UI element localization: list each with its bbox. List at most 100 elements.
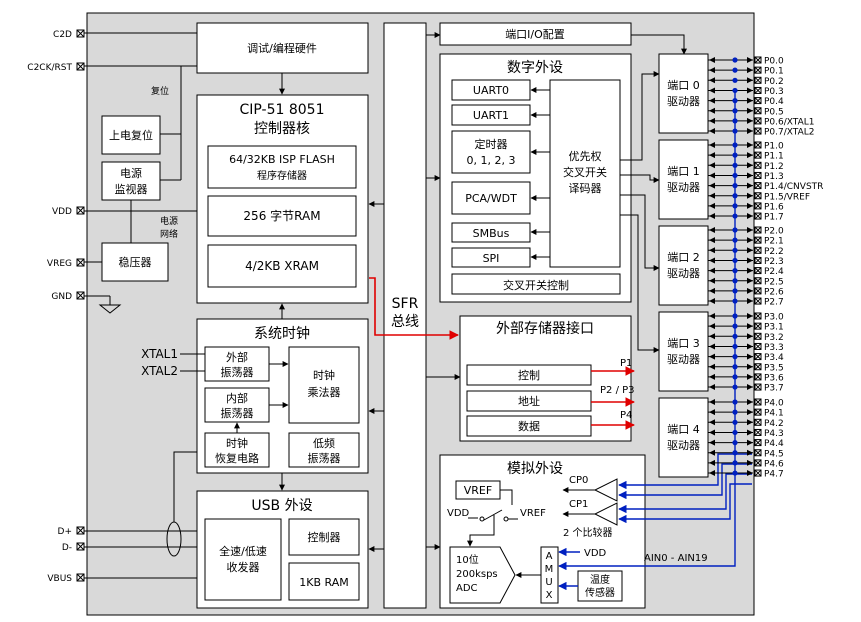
svg-text:网络: 网络 [160,228,178,240]
svg-text:乘法器: 乘法器 [308,385,341,399]
svg-text:UART1: UART1 [473,109,509,122]
svg-text:VREF: VREF [464,484,492,497]
port-0-driver: 端口 0 驱动器 [658,53,709,134]
port-4-subtitle: 驱动器 [667,439,700,452]
pin-label: P2.5 [764,277,784,287]
pin-label: P4.5 [764,449,784,459]
pin-label: P3.1 [764,323,784,333]
svg-text:1KB RAM: 1KB RAM [299,576,348,589]
svg-text:D-: D- [62,543,72,553]
switch-vdd-label: VDD [447,508,470,519]
amux-vdd-label: VDD [584,548,607,559]
svg-text:USB 外设: USB 外设 [251,498,312,514]
pin-label: P2.1 [764,237,784,247]
port-0-title: 端口 0 [667,79,700,92]
pin-label: P2.6 [764,287,784,297]
svg-text:低频: 低频 [313,436,335,450]
svg-text:GND: GND [51,292,72,302]
svg-text:恢复电路: 恢复电路 [215,451,259,465]
svg-text:时钟: 时钟 [226,436,248,450]
svg-text:64/32KB ISP FLASH: 64/32KB ISP FLASH [229,153,335,166]
svg-text:CIP-51 8051: CIP-51 8051 [240,102,325,118]
pin-label: P4.0 [764,399,784,409]
pin-label: P3.5 [764,363,784,373]
pin-label: P2.7 [764,298,784,308]
svg-text:电源: 电源 [120,166,142,180]
comparators-label: 2 个比较器 [563,526,613,539]
left-pin-vreg: VREG [47,258,85,269]
svg-text:U: U [545,577,552,588]
pin-label: P1.4/CNVSTR [764,182,823,192]
pin-label: P0.6/XTAL1 [764,117,814,127]
svg-text:SMBus: SMBus [473,227,510,240]
port-0-subtitle: 驱动器 [667,95,700,108]
svg-text:交叉开关控制: 交叉开关控制 [503,278,569,292]
pin-label: P3.2 [764,333,784,343]
pin-label: P2.2 [764,247,784,257]
svg-text:时钟: 时钟 [313,368,335,382]
svg-text:VREG: VREG [47,259,72,269]
svg-text:上电复位: 上电复位 [109,128,153,142]
cp1-label: CP1 [569,499,588,510]
svg-text:200ksps: 200ksps [456,569,498,580]
svg-text:数字外设: 数字外设 [507,60,563,76]
svg-text:模拟外设: 模拟外设 [507,461,563,477]
port-4-title: 端口 4 [667,423,700,436]
pin-label: P1.1 [764,152,784,162]
pin-label: P3.4 [764,353,784,363]
clock-multiplier-block [288,346,360,424]
svg-text:PCA/WDT: PCA/WDT [465,192,517,205]
svg-text:收发器: 收发器 [227,560,260,574]
svg-text:SPI: SPI [483,252,500,265]
pin-label: P2.3 [764,257,784,267]
svg-text:数据: 数据 [518,419,540,433]
port-1-title: 端口 1 [667,165,700,178]
svg-text:温度: 温度 [590,573,610,586]
svg-text:控制: 控制 [518,368,540,382]
emif-p1-label: P1 [620,358,632,369]
block-diagram: C2D C2CK/RST VDD VREG GND D+ D- VBUS 复位 … [27,12,823,616]
svg-text:振荡器: 振荡器 [221,406,254,420]
svg-text:全速/低速: 全速/低速 [219,544,267,558]
switch-vref-label: VREF [520,508,546,519]
cp0-label: CP0 [569,475,588,486]
port-3-driver: 端口 3 驱动器 [658,311,709,392]
svg-text:控制器核: 控制器核 [254,121,310,137]
svg-text:优先权: 优先权 [569,150,602,163]
svg-text:内部: 内部 [226,391,248,405]
left-pin-vdd: VDD [52,206,85,217]
svg-text:UART0: UART0 [473,84,509,97]
svg-text:程序存储器: 程序存储器 [257,169,307,182]
pin-label: P0.0 [764,57,784,67]
reset-label: 复位 [151,85,169,97]
svg-text:传感器: 传感器 [585,586,615,599]
pin-label: P4.7 [764,470,784,480]
pin-label: P4.6 [764,459,784,469]
pin-label: P3.6 [764,373,784,383]
svg-text:系统时钟: 系统时钟 [254,325,310,342]
pin-label: P2.0 [764,227,784,237]
pin-label: P1.3 [764,172,784,182]
ain-label: AIN0 - AIN19 [644,553,708,564]
port-2-subtitle: 驱动器 [667,267,700,280]
svg-text:振荡器: 振荡器 [221,365,254,379]
pin-label: P0.4 [764,97,784,107]
svg-text:端口I/O配置: 端口I/O配置 [505,28,565,41]
usb-transceiver-block [204,518,282,601]
pin-label: P3.0 [764,313,784,323]
pin-label: P1.7 [764,213,784,223]
svg-text:外部存储器接口: 外部存储器接口 [496,320,594,337]
svg-text:振荡器: 振荡器 [308,451,341,465]
port-1-driver: 端口 1 驱动器 [658,139,709,220]
svg-text:M: M [545,564,554,575]
port-2-driver: 端口 2 驱动器 [658,225,709,306]
port-4-driver: 端口 4 驱动器 [658,397,709,478]
pin-label: P1.5/VREF [764,192,810,202]
power-net-label: 电源 [160,215,178,227]
svg-text:A: A [546,551,553,562]
svg-text:10位: 10位 [456,553,479,566]
svg-text:VBUS: VBUS [47,574,72,584]
pin-label: P1.2 [764,162,784,172]
svg-text:VDD: VDD [52,207,72,217]
pin-label: P3.7 [764,384,784,394]
